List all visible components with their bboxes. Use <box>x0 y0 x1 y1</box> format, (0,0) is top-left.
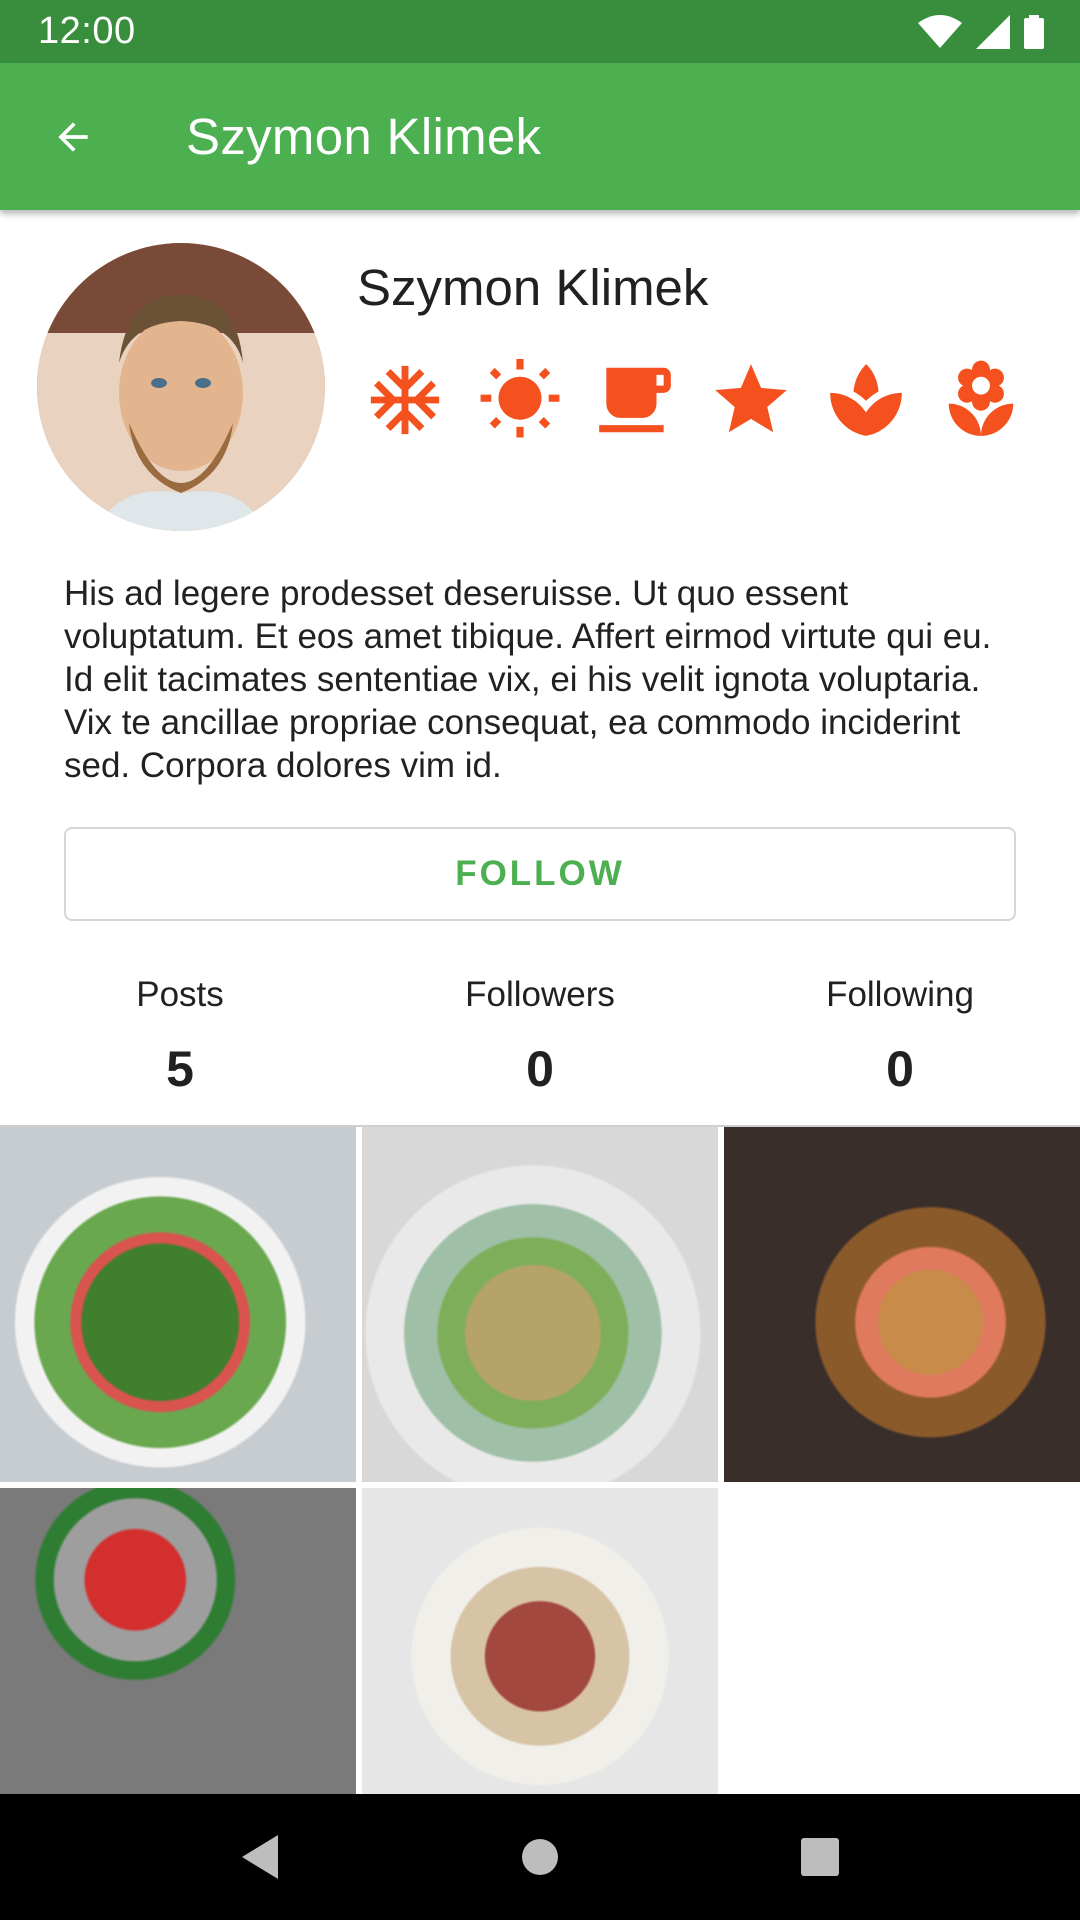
app-title: Szymon Klimek <box>186 108 542 165</box>
leaf-icon <box>829 364 902 436</box>
badge-row <box>362 355 1024 445</box>
badge-leaf[interactable] <box>823 357 909 443</box>
vegetables-photo[interactable] <box>0 1488 356 1794</box>
avatar-portrait <box>37 243 325 531</box>
nav-back-button[interactable] <box>215 1812 305 1902</box>
star-icon <box>714 364 787 433</box>
status-icons <box>918 14 1044 49</box>
badge-star[interactable] <box>708 357 794 443</box>
stat-label: Posts <box>136 975 224 1014</box>
arrow-back-icon <box>58 121 88 152</box>
rice-egg-photo[interactable] <box>362 1127 718 1482</box>
flower-icon <box>948 360 1014 436</box>
avatar <box>37 243 325 531</box>
snowflake-icon <box>370 365 440 435</box>
status-time: 12:00 <box>38 10 136 52</box>
profile-name: Szymon Klimek <box>357 259 709 316</box>
recents-square-icon <box>801 1838 839 1876</box>
profile-screen: 12:00 Szymon Klimek Szymon Klimek His ad… <box>0 0 1080 1920</box>
bagels-salmon-photo[interactable] <box>724 1127 1080 1482</box>
status-bar: 12:00 <box>0 0 1080 63</box>
badge-flower[interactable] <box>938 357 1024 443</box>
salad-photo[interactable] <box>0 1127 356 1482</box>
coffee-icon <box>599 367 672 433</box>
stat-posts: Posts 5 <box>0 970 360 1097</box>
system-nav-bar <box>0 1794 1080 1920</box>
nav-home-button[interactable] <box>495 1812 585 1902</box>
badge-sun[interactable] <box>477 357 563 443</box>
stat-value: 0 <box>886 1041 914 1097</box>
stats-row: Posts 5 Followers 0 Following 0 <box>0 970 1080 1097</box>
back-button[interactable] <box>38 102 108 172</box>
signal-icon <box>976 14 1010 49</box>
follow-button[interactable]: FOLLOW <box>64 827 1016 921</box>
app-bar: Szymon Klimek <box>0 63 1080 210</box>
stat-following: Following 0 <box>720 970 1080 1097</box>
back-triangle-icon <box>242 1835 278 1879</box>
badge-snowflake[interactable] <box>362 357 448 443</box>
home-circle-icon <box>522 1839 558 1875</box>
stat-label: Following <box>826 975 974 1014</box>
nav-recents-button[interactable] <box>775 1812 865 1902</box>
battery-icon <box>1024 14 1044 49</box>
profile-bio: His ad legere prodesset deseruisse. Ut q… <box>64 574 992 785</box>
stat-followers: Followers 0 <box>360 970 720 1097</box>
badge-coffee[interactable] <box>592 357 678 443</box>
wifi-icon <box>918 14 962 48</box>
stat-value: 0 <box>526 1041 554 1097</box>
stat-label: Followers <box>465 975 615 1014</box>
stat-value: 5 <box>166 1041 194 1097</box>
sun-icon <box>480 358 560 438</box>
bacon-rolls-photo[interactable] <box>362 1488 718 1794</box>
